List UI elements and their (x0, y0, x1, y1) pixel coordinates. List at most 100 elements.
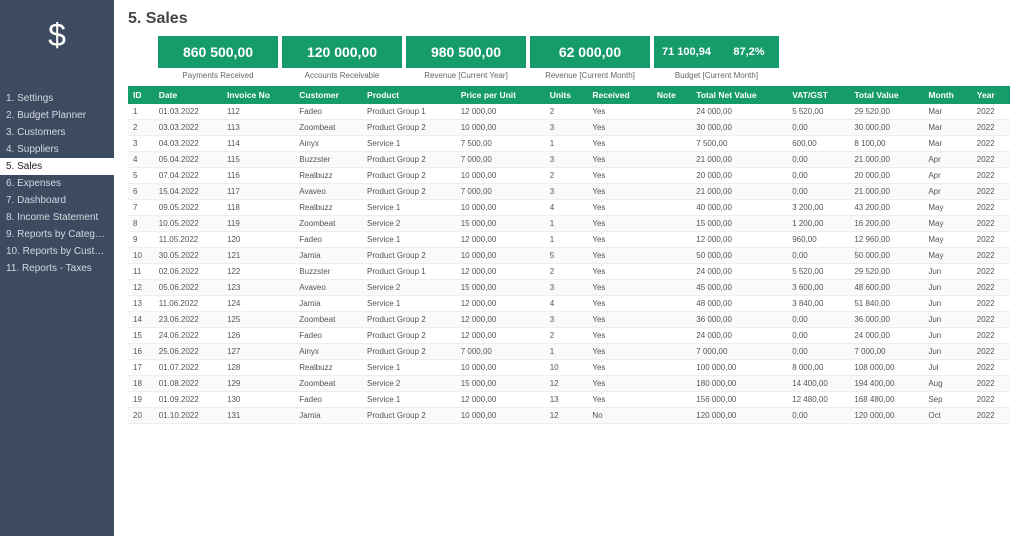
col-header[interactable]: Year (972, 86, 1010, 104)
cell: 125 (222, 312, 294, 328)
cell: Jamia (294, 296, 362, 312)
cell: Service 1 (362, 296, 456, 312)
table-body: 101.03.2022112FadeoProduct Group 112 000… (128, 104, 1010, 424)
cell: 36 000,00 (849, 312, 923, 328)
col-header[interactable]: Product (362, 86, 456, 104)
table-row[interactable]: 1625.06.2022127AinyxProduct Group 27 000… (128, 344, 1010, 360)
cell: 23.06.2022 (154, 312, 222, 328)
table-row[interactable]: 1701.07.2022128RealbuzzService 110 000,0… (128, 360, 1010, 376)
col-header[interactable]: Total Value (849, 86, 923, 104)
cell: 2022 (972, 264, 1010, 280)
cell: Product Group 2 (362, 168, 456, 184)
kpi-label: Revenue [Current Year] (424, 71, 508, 80)
cell: 24.06.2022 (154, 328, 222, 344)
cell: 5 (128, 168, 154, 184)
sidebar-item-rep-cat[interactable]: 9. Reports by Category (0, 226, 114, 243)
col-header[interactable]: Units (545, 86, 588, 104)
col-header[interactable]: Customer (294, 86, 362, 104)
sidebar-item-expenses[interactable]: 6. Expenses (0, 175, 114, 192)
col-header[interactable]: Total Net Value (691, 86, 787, 104)
table-row[interactable]: 810.05.2022119ZoombeatService 215 000,00… (128, 216, 1010, 232)
sidebar-item-rep-cust[interactable]: 10. Reports by Customer (0, 243, 114, 260)
table-row[interactable]: 101.03.2022112FadeoProduct Group 112 000… (128, 104, 1010, 120)
cell: 21 000,00 (849, 184, 923, 200)
cell: 24 000,00 (849, 328, 923, 344)
cell: Product Group 2 (362, 152, 456, 168)
cell: 12 000,00 (456, 296, 545, 312)
col-header[interactable]: Invoice No (222, 86, 294, 104)
cell: Jamia (294, 248, 362, 264)
cell: 2022 (972, 296, 1010, 312)
col-header[interactable]: Price per Unit (456, 86, 545, 104)
table-row[interactable]: 1030.05.2022121JamiaProduct Group 210 00… (128, 248, 1010, 264)
cell: 129 (222, 376, 294, 392)
table-row[interactable]: 709.05.2022118RealbuzzService 110 000,00… (128, 200, 1010, 216)
sidebar-item-income[interactable]: 8. Income Statement (0, 209, 114, 226)
kpi-label: Revenue [Current Month] (545, 71, 635, 80)
table-row[interactable]: 615.04.2022117AvaveoProduct Group 27 000… (128, 184, 1010, 200)
col-header[interactable]: VAT/GST (787, 86, 849, 104)
sidebar-item-settings[interactable]: 1. Settings (0, 90, 114, 107)
cell: 13 (128, 296, 154, 312)
cell (652, 248, 691, 264)
cell: 07.04.2022 (154, 168, 222, 184)
cell: Yes (587, 392, 652, 408)
cell: Fadeo (294, 328, 362, 344)
table-row[interactable]: 1801.08.2022129ZoombeatService 215 000,0… (128, 376, 1010, 392)
sidebar-item-customers[interactable]: 3. Customers (0, 124, 114, 141)
sidebar-item-rep-tax[interactable]: 11. Reports - Taxes (0, 260, 114, 277)
cell: Jun (923, 312, 971, 328)
cell: 2022 (972, 376, 1010, 392)
table-row[interactable]: 304.03.2022114AinyxService 17 500,001Yes… (128, 136, 1010, 152)
sidebar-item-sales[interactable]: 5. Sales (0, 158, 114, 175)
cell: Oct (923, 408, 971, 424)
cell: 48 600,00 (849, 280, 923, 296)
cell: 2 (545, 264, 588, 280)
cell: Jun (923, 296, 971, 312)
sidebar-item-budget[interactable]: 2. Budget Planner (0, 107, 114, 124)
cell: 7 000,00 (456, 152, 545, 168)
cell: Yes (587, 264, 652, 280)
col-header[interactable]: ID (128, 86, 154, 104)
col-header[interactable]: Received (587, 86, 652, 104)
table-row[interactable]: 1524.06.2022126FadeoProduct Group 212 00… (128, 328, 1010, 344)
table-row[interactable]: 507.04.2022116RealbuzzProduct Group 210 … (128, 168, 1010, 184)
cell: 0,00 (787, 328, 849, 344)
table-row[interactable]: 911.05.2022120FadeoService 112 000,001Ye… (128, 232, 1010, 248)
cell: 01.03.2022 (154, 104, 222, 120)
cell: 5 (545, 248, 588, 264)
cell: 120 000,00 (691, 408, 787, 424)
cell: 20 (128, 408, 154, 424)
cell: 13 (545, 392, 588, 408)
cell: 4 (545, 200, 588, 216)
cell: Apr (923, 184, 971, 200)
cell: Fadeo (294, 232, 362, 248)
cell: 20 000,00 (849, 168, 923, 184)
sidebar-item-suppliers[interactable]: 4. Suppliers (0, 141, 114, 158)
cell: 2022 (972, 200, 1010, 216)
cell: Buzzster (294, 264, 362, 280)
cell: Realbuzz (294, 168, 362, 184)
table-row[interactable]: 2001.10.2022131JamiaProduct Group 210 00… (128, 408, 1010, 424)
table-row[interactable]: 1205.06.2022123AvaveoService 215 000,003… (128, 280, 1010, 296)
col-header[interactable]: Note (652, 86, 691, 104)
cell: Product Group 2 (362, 312, 456, 328)
cell: 11 (128, 264, 154, 280)
table-row[interactable]: 1102.06.2022122BuzzsterProduct Group 112… (128, 264, 1010, 280)
cell: Jul (923, 360, 971, 376)
table-row[interactable]: 1423.06.2022125ZoombeatProduct Group 212… (128, 312, 1010, 328)
col-header[interactable]: Date (154, 86, 222, 104)
kpi-budget-value: 71 100,94 (654, 36, 719, 68)
table-row[interactable]: 405.04.2022115BuzzsterProduct Group 27 0… (128, 152, 1010, 168)
kpi-budget: 71 100,9487,2%Budget [Current Month] (654, 36, 779, 80)
table-row[interactable]: 203.03.2022113ZoombeatProduct Group 210 … (128, 120, 1010, 136)
table-row[interactable]: 1901.09.2022130FadeoService 112 000,0013… (128, 392, 1010, 408)
cell: Aug (923, 376, 971, 392)
cell: 119 (222, 216, 294, 232)
cell: 10.05.2022 (154, 216, 222, 232)
table-row[interactable]: 1311.06.2022124JamiaService 112 000,004Y… (128, 296, 1010, 312)
col-header[interactable]: Month (923, 86, 971, 104)
cell (652, 104, 691, 120)
cell: 8 (128, 216, 154, 232)
sidebar-item-dashboard[interactable]: 7. Dashboard (0, 192, 114, 209)
